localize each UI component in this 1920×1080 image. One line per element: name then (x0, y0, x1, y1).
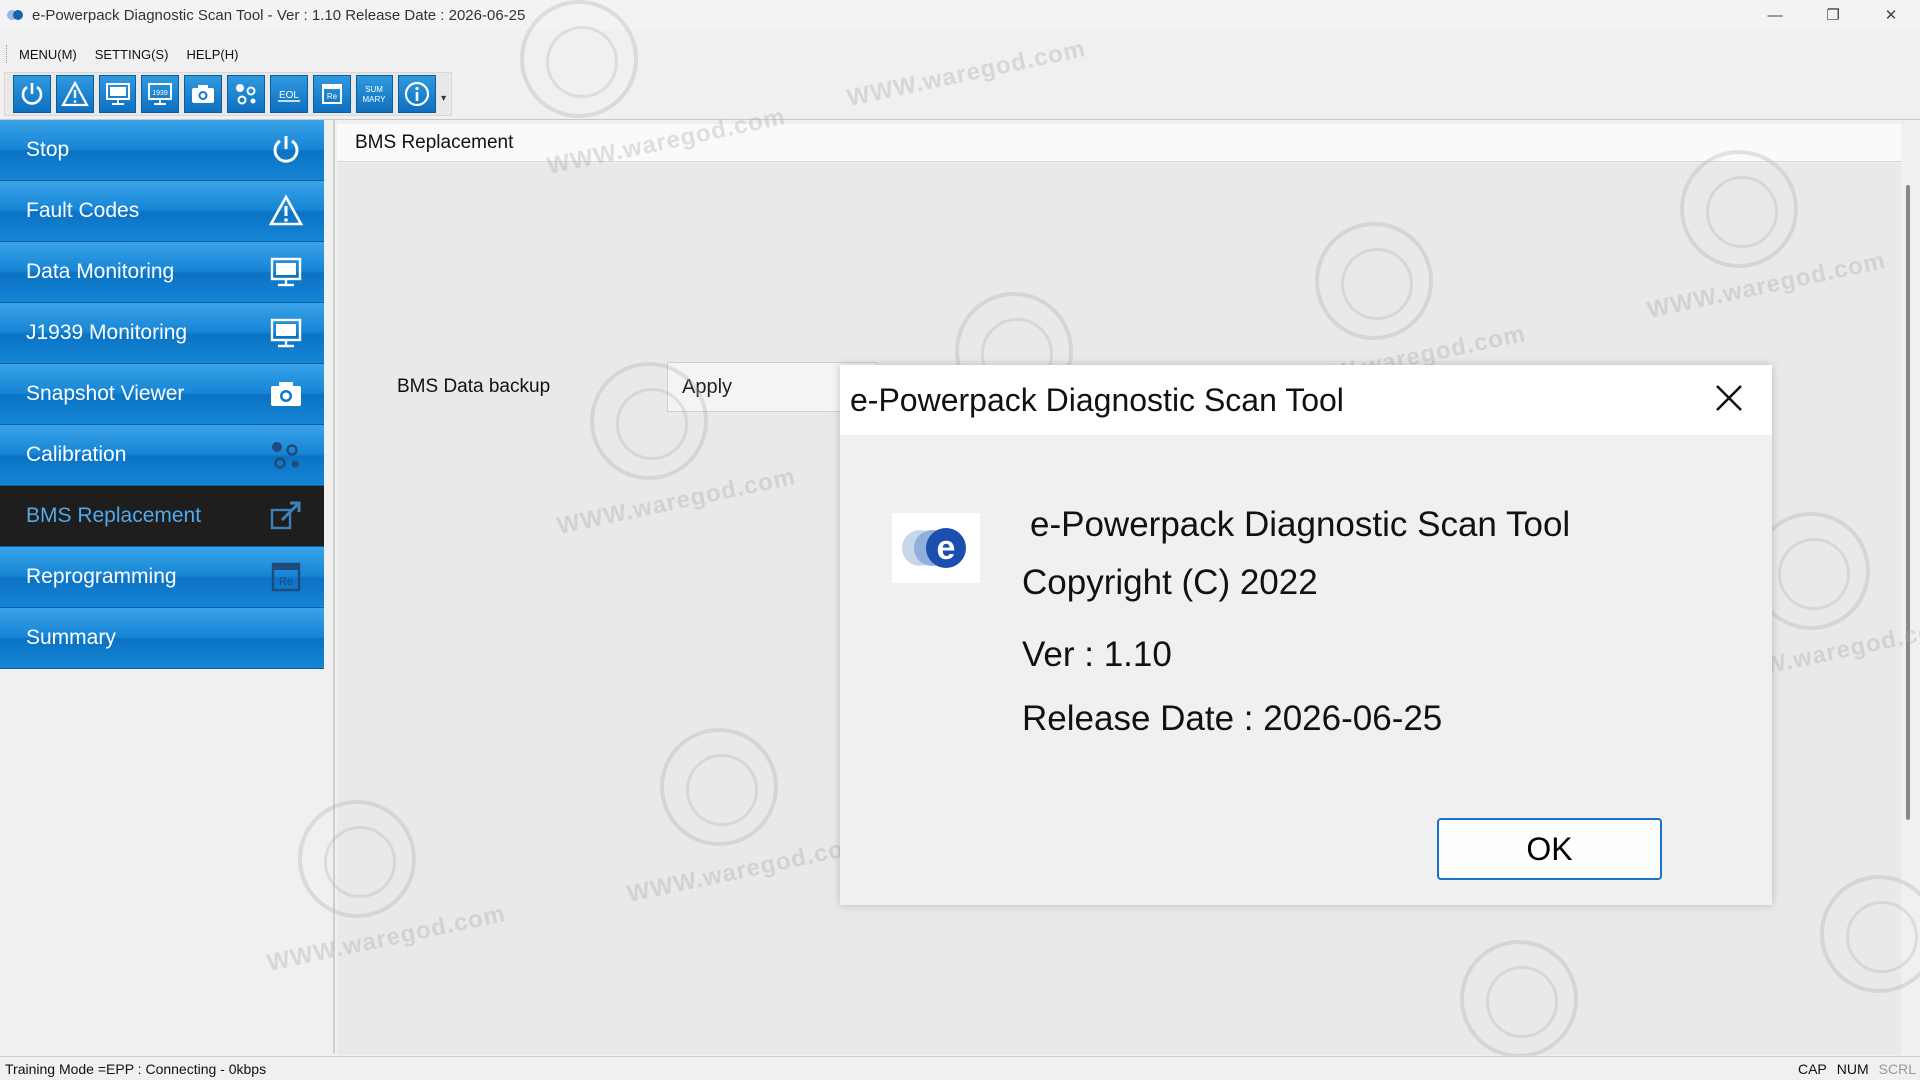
warning-icon (268, 194, 304, 226)
sidebar-item-label: BMS Replacement (26, 504, 202, 527)
calibration-icon (235, 84, 256, 105)
sidebar-item-label: Calibration (26, 443, 127, 466)
sidebar-item-snapshot-viewer[interactable]: Snapshot Viewer (0, 364, 324, 425)
pane-splitter[interactable] (333, 120, 335, 1054)
sidebar-item-calibration[interactable]: Calibration (0, 425, 324, 486)
summary-icon-text-1: SUM (366, 85, 384, 94)
dialog-title-bar: e-Powerpack Diagnostic Scan Tool (840, 365, 1772, 435)
j1939-icon-text: 1939 (153, 90, 169, 97)
ok-button[interactable]: OK (1437, 818, 1662, 880)
sidebar-item-label: Summary (26, 626, 116, 649)
title-bar: e-Powerpack Diagnostic Scan Tool - Ver :… (0, 0, 1920, 30)
menu-setting[interactable]: SETTING(S) (95, 47, 169, 62)
toolbar-j1939-button[interactable]: 1939 (141, 75, 180, 113)
toolbar-data-monitoring-button[interactable] (98, 75, 137, 113)
monitor-icon (270, 257, 302, 287)
sidebar-item-fault-codes[interactable]: Fault Codes (0, 181, 324, 242)
about-dialog: e-Powerpack Diagnostic Scan Tool e e-Pow… (840, 365, 1772, 905)
dialog-app-name: e-Powerpack Diagnostic Scan Tool (1030, 505, 1571, 544)
monitor-icon (270, 318, 302, 348)
sidebar-item-data-monitoring[interactable]: Data Monitoring (0, 242, 324, 303)
close-window-button[interactable]: ✕ (1862, 0, 1920, 30)
summary-icon-text-2: MARY (363, 95, 387, 104)
sidebar-item-stop[interactable]: Stop (0, 120, 324, 181)
sidebar-item-label: Snapshot Viewer (26, 382, 185, 405)
sidebar: Stop Fault Codes Data Monitoring J1939 M… (0, 120, 324, 669)
sidebar-item-label: Data Monitoring (26, 260, 175, 283)
reprogram-icon-text: Re (326, 92, 337, 101)
sidebar-item-label: Reprogramming (26, 565, 177, 588)
ok-button-label: OK (1526, 830, 1573, 867)
monitor-icon (105, 83, 130, 105)
menu-grip (6, 45, 9, 63)
scrl-indicator: SCRL (1878, 1061, 1916, 1077)
replace-icon (270, 501, 301, 530)
menu-menu[interactable]: MENU(M) (19, 47, 77, 62)
app-logo-letter: e (937, 529, 956, 567)
warning-icon (60, 80, 89, 107)
menu-bar: MENU(M) SETTING(S) HELP(H) (0, 42, 256, 66)
app-logo: e (892, 513, 980, 583)
sidebar-item-label: J1939 Monitoring (26, 321, 188, 344)
menu-help[interactable]: HELP(H) (186, 47, 238, 62)
panel-title-text: BMS Replacement (355, 131, 514, 153)
sidebar-item-label: Stop (26, 138, 70, 161)
reprogram-icon-text: Re (279, 576, 293, 588)
toolbar-eol-button[interactable]: EOL (269, 75, 308, 113)
camera-icon (192, 85, 215, 103)
status-bar: Training Mode =EPP : Connecting - 0kbps … (0, 1056, 1920, 1080)
sidebar-item-reprogramming[interactable]: Reprogramming Re (0, 547, 324, 608)
app-logo-icon (6, 8, 24, 22)
dialog-release-date: Release Date : 2026-06-25 (1022, 699, 1443, 738)
toolbar-fault-codes-button[interactable] (55, 75, 94, 113)
panel-title: BMS Replacement (337, 124, 1901, 162)
j1939-monitor-icon: 1939 (148, 83, 173, 105)
minimize-button[interactable]: — (1746, 0, 1804, 30)
eol-icon: EOL (277, 90, 300, 102)
restore-button[interactable]: ❐ (1804, 0, 1862, 30)
num-indicator: NUM (1836, 1061, 1869, 1077)
window-title: e-Powerpack Diagnostic Scan Tool - Ver :… (32, 6, 526, 24)
reprogram-icon: Re (271, 562, 301, 592)
toolbar-reprogramming-button[interactable]: Re (312, 75, 351, 113)
dialog-copyright: Copyright (C) 2022 (1022, 563, 1318, 602)
calibration-icon (272, 442, 299, 469)
app-logo-icon: e (902, 528, 966, 568)
toolbar: 1939 EOL Re SUM MARY ▾ (4, 72, 452, 116)
toolbar-overflow-icon[interactable]: ▾ (441, 93, 451, 113)
sidebar-item-j1939-monitoring[interactable]: J1939 Monitoring (0, 303, 324, 364)
power-icon (21, 83, 43, 105)
reprogram-icon: Re (321, 84, 342, 104)
toolbar-snapshot-button[interactable] (184, 75, 223, 113)
dialog-version: Ver : 1.10 (1022, 635, 1172, 674)
vertical-scrollbar[interactable] (1906, 185, 1910, 820)
sidebar-item-summary[interactable]: Summary (0, 608, 324, 669)
toolbar-summary-button[interactable]: SUM MARY (355, 75, 394, 113)
cap-indicator: CAP (1797, 1061, 1827, 1077)
dialog-title: e-Powerpack Diagnostic Scan Tool (850, 381, 1344, 418)
dialog-close-button[interactable] (1704, 373, 1754, 423)
status-text: Training Mode =EPP : Connecting - 0kbps (5, 1060, 267, 1077)
toolbar-stop-button[interactable] (13, 75, 51, 113)
apply-button-label: Apply (682, 375, 733, 398)
power-icon (273, 136, 299, 163)
eol-icon-text: EOL (279, 90, 299, 101)
bms-backup-label: BMS Data backup (397, 376, 551, 397)
sidebar-item-bms-replacement[interactable]: BMS Replacement (0, 486, 324, 547)
close-icon (1716, 385, 1742, 411)
camera-icon (271, 382, 301, 406)
sidebar-item-label: Fault Codes (26, 199, 140, 222)
summary-icon: SUMMARY (363, 85, 387, 104)
watermark-text: WWW.waregod.com (844, 35, 1089, 112)
toolbar-calibration-button[interactable] (227, 75, 265, 113)
info-icon (405, 81, 430, 107)
toolbar-info-button[interactable] (398, 75, 437, 113)
